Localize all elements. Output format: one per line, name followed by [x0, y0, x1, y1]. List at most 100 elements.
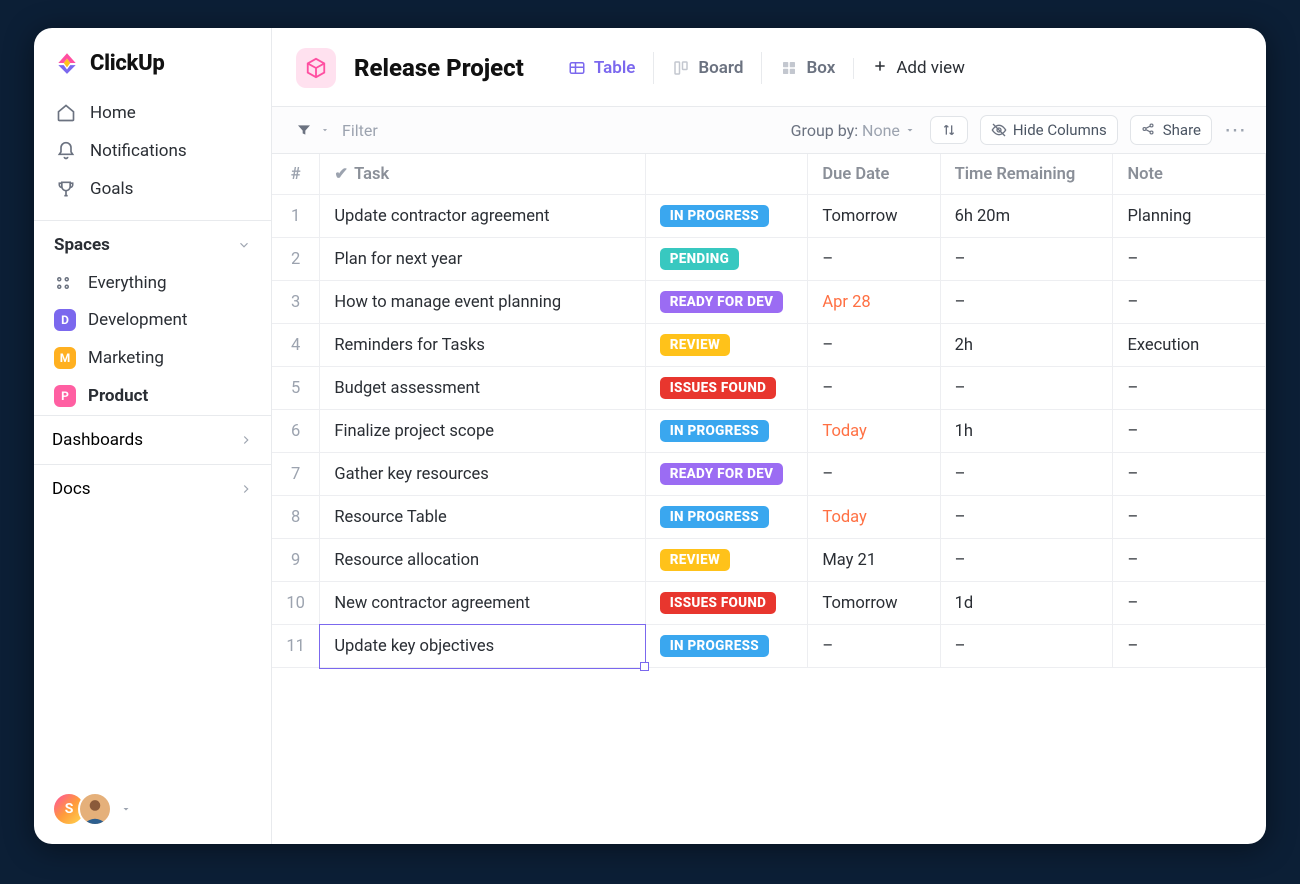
cell-status[interactable]: READY FOR DEV	[645, 281, 808, 324]
cell-time[interactable]: –	[940, 367, 1113, 410]
table-row[interactable]: 5Budget assessmentISSUES FOUND–––	[272, 367, 1266, 410]
table-row[interactable]: 6Finalize project scopeIN PROGRESSToday1…	[272, 410, 1266, 453]
col-time[interactable]: Time Remaining	[940, 154, 1113, 195]
cell-note[interactable]: –	[1113, 410, 1266, 453]
cell-due[interactable]: Apr 28	[808, 281, 940, 324]
col-num[interactable]: #	[272, 154, 320, 195]
cell-due[interactable]: Today	[808, 496, 940, 539]
cell-task[interactable]: Budget assessment	[320, 367, 645, 410]
cell-note[interactable]: –	[1113, 453, 1266, 496]
nav-notifications[interactable]: Notifications	[46, 132, 259, 170]
cell-status[interactable]: REVIEW	[645, 324, 808, 367]
caret-down-icon[interactable]	[120, 803, 134, 815]
cell-note[interactable]: Execution	[1113, 324, 1266, 367]
docs-section[interactable]: Docs	[34, 464, 271, 513]
cell-task[interactable]: Finalize project scope	[320, 410, 645, 453]
cell-task[interactable]: Gather key resources	[320, 453, 645, 496]
space-item-product[interactable]: PProduct	[34, 377, 271, 415]
nav-goals[interactable]: Goals	[46, 170, 259, 208]
spaces-header[interactable]: Spaces	[34, 220, 271, 265]
cell-task[interactable]: Plan for next year	[320, 238, 645, 281]
cell-num: 8	[272, 496, 320, 539]
view-tab-table[interactable]: Table	[550, 52, 654, 84]
cell-time[interactable]: 1d	[940, 582, 1113, 625]
table-row[interactable]: 3How to manage event planningREADY FOR D…	[272, 281, 1266, 324]
table-row[interactable]: 2Plan for next yearPENDING–––	[272, 238, 1266, 281]
nav-home[interactable]: Home	[46, 94, 259, 132]
avatar-member[interactable]	[78, 792, 112, 826]
more-menu[interactable]: ⋯	[1224, 118, 1248, 143]
cell-task[interactable]: Resource allocation	[320, 539, 645, 582]
view-tab-board[interactable]: Board	[653, 52, 761, 84]
col-task[interactable]: ✔Task	[320, 154, 645, 195]
cell-status[interactable]: IN PROGRESS	[645, 625, 808, 668]
cell-note[interactable]: –	[1113, 281, 1266, 324]
cell-task[interactable]: Resource Table	[320, 496, 645, 539]
cell-note[interactable]: –	[1113, 625, 1266, 668]
cell-status[interactable]: IN PROGRESS	[645, 496, 808, 539]
table-row[interactable]: 10New contractor agreementISSUES FOUNDTo…	[272, 582, 1266, 625]
cell-due[interactable]: –	[808, 367, 940, 410]
cell-note[interactable]: –	[1113, 496, 1266, 539]
groupby-control[interactable]: Group by: None	[791, 121, 918, 140]
cell-task[interactable]: How to manage event planning	[320, 281, 645, 324]
col-due[interactable]: Due Date	[808, 154, 940, 195]
user-avatars[interactable]: S	[52, 792, 134, 826]
cell-status[interactable]: PENDING	[645, 238, 808, 281]
cell-time[interactable]: –	[940, 281, 1113, 324]
space-item-marketing[interactable]: MMarketing	[34, 339, 271, 377]
view-tab-box[interactable]: Box	[761, 52, 853, 84]
table-row[interactable]: 7Gather key resourcesREADY FOR DEV–––	[272, 453, 1266, 496]
hide-columns-button[interactable]: Hide Columns	[980, 115, 1118, 145]
cell-due[interactable]: Tomorrow	[808, 195, 940, 238]
table-row[interactable]: 4Reminders for TasksREVIEW–2hExecution	[272, 324, 1266, 367]
space-item-development[interactable]: DDevelopment	[34, 301, 271, 339]
cell-task[interactable]: Update contractor agreement	[320, 195, 645, 238]
cell-status[interactable]: IN PROGRESS	[645, 195, 808, 238]
cell-task[interactable]: Update key objectives	[320, 625, 645, 668]
table-row[interactable]: 8Resource TableIN PROGRESSToday––	[272, 496, 1266, 539]
cell-due[interactable]: –	[808, 324, 940, 367]
table-row[interactable]: 9Resource allocationREVIEWMay 21––	[272, 539, 1266, 582]
cell-status[interactable]: READY FOR DEV	[645, 453, 808, 496]
cell-note[interactable]: –	[1113, 367, 1266, 410]
status-badge: IN PROGRESS	[660, 635, 769, 657]
cell-time[interactable]: 2h	[940, 324, 1113, 367]
cell-time[interactable]: –	[940, 496, 1113, 539]
dashboards-section[interactable]: Dashboards	[34, 415, 271, 464]
cell-due[interactable]: –	[808, 453, 940, 496]
cell-due[interactable]: May 21	[808, 539, 940, 582]
table-row[interactable]: 11Update key objectivesIN PROGRESS–––	[272, 625, 1266, 668]
cell-time[interactable]: –	[940, 539, 1113, 582]
cell-time[interactable]: –	[940, 453, 1113, 496]
cell-time[interactable]: 6h 20m	[940, 195, 1113, 238]
cell-time[interactable]: –	[940, 625, 1113, 668]
logo[interactable]: ClickUp	[34, 28, 271, 92]
cell-note[interactable]: –	[1113, 238, 1266, 281]
check-icon: ✔	[334, 165, 348, 184]
col-status[interactable]	[645, 154, 808, 195]
cell-due[interactable]: Tomorrow	[808, 582, 940, 625]
cell-due[interactable]: –	[808, 238, 940, 281]
cell-time[interactable]: –	[940, 238, 1113, 281]
add-view-button[interactable]: Add view	[853, 58, 965, 79]
space-everything[interactable]: Everything	[34, 265, 271, 301]
cell-task[interactable]: Reminders for Tasks	[320, 324, 645, 367]
cell-status[interactable]: ISSUES FOUND	[645, 582, 808, 625]
share-button[interactable]: Share	[1130, 115, 1212, 145]
cell-status[interactable]: ISSUES FOUND	[645, 367, 808, 410]
cell-status[interactable]: IN PROGRESS	[645, 410, 808, 453]
cell-note[interactable]: –	[1113, 539, 1266, 582]
filter-button[interactable]: Filter	[296, 121, 378, 140]
cell-due[interactable]: Today	[808, 410, 940, 453]
cell-status[interactable]: REVIEW	[645, 539, 808, 582]
space-badge: M	[54, 347, 76, 369]
cell-task[interactable]: New contractor agreement	[320, 582, 645, 625]
col-note[interactable]: Note	[1113, 154, 1266, 195]
cell-time[interactable]: 1h	[940, 410, 1113, 453]
cell-note[interactable]: Planning	[1113, 195, 1266, 238]
table-row[interactable]: 1Update contractor agreementIN PROGRESST…	[272, 195, 1266, 238]
cell-due[interactable]: –	[808, 625, 940, 668]
cell-note[interactable]: –	[1113, 582, 1266, 625]
sort-button[interactable]	[930, 116, 968, 144]
